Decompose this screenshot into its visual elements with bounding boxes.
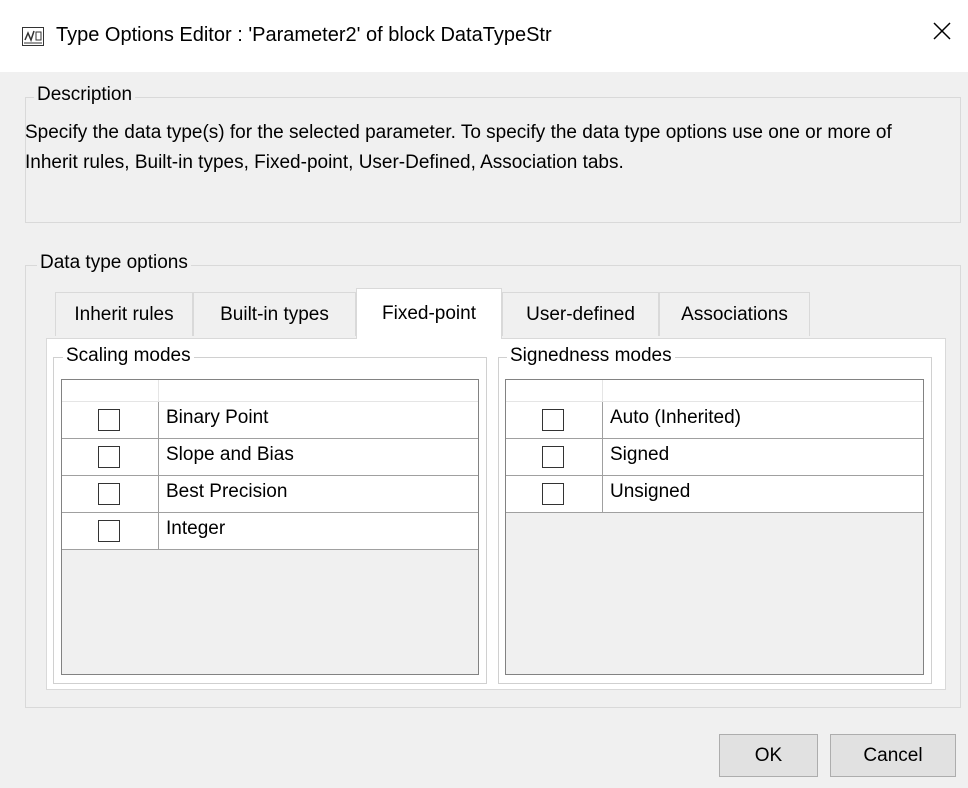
description-legend: Description [34, 84, 136, 106]
table-row[interactable]: Binary Point [62, 402, 478, 439]
title-bar: Type Options Editor : 'Parameter2' of bl… [0, 0, 968, 72]
table-row[interactable]: Integer [62, 513, 478, 550]
tab-label: User-defined [526, 303, 635, 325]
tab-built-in-types[interactable]: Built-in types [193, 292, 356, 336]
tab-label: Inherit rules [74, 303, 174, 325]
checkbox[interactable] [98, 483, 120, 505]
row-label: Auto (Inherited) [610, 407, 741, 428]
table-row[interactable]: Slope and Bias [62, 439, 478, 476]
table-header [62, 380, 478, 402]
table-row[interactable]: Signed [506, 439, 923, 476]
fixed-point-tab-panel: Scaling modes Binary Point Slope and Bia… [46, 338, 946, 690]
table-header [506, 380, 923, 402]
scaling-modes-table[interactable]: Binary Point Slope and Bias Best Precisi… [61, 379, 479, 675]
cancel-button[interactable]: Cancel [830, 734, 956, 777]
row-label: Best Precision [166, 481, 288, 502]
description-text: Specify the data type(s) for the selecte… [25, 122, 892, 173]
tab-fixed-point[interactable]: Fixed-point [356, 288, 502, 339]
row-label: Unsigned [610, 481, 691, 502]
tab-user-defined[interactable]: User-defined [502, 292, 659, 336]
ok-button[interactable]: OK [719, 734, 818, 777]
scaling-modes-legend: Scaling modes [63, 345, 194, 367]
tab-label: Built-in types [220, 303, 329, 325]
close-button[interactable] [916, 10, 968, 58]
close-icon [932, 21, 952, 47]
ok-button-label: OK [754, 744, 783, 766]
row-label: Signed [610, 444, 670, 465]
checkbox[interactable] [98, 520, 120, 542]
data-type-options-legend: Data type options [37, 252, 191, 274]
signedness-modes-legend: Signedness modes [507, 345, 675, 367]
cancel-button-label: Cancel [863, 744, 923, 766]
tab-associations[interactable]: Associations [659, 292, 810, 336]
tab-inherit-rules[interactable]: Inherit rules [55, 292, 193, 336]
simulink-app-icon [22, 27, 44, 46]
checkbox[interactable] [98, 409, 120, 431]
tab-label: Fixed-point [382, 303, 476, 324]
checkbox[interactable] [542, 409, 564, 431]
table-row[interactable]: Best Precision [62, 476, 478, 513]
table-row[interactable]: Auto (Inherited) [506, 402, 923, 439]
signedness-modes-table[interactable]: Auto (Inherited) Signed Unsigned [505, 379, 924, 675]
row-label: Slope and Bias [166, 444, 294, 465]
checkbox[interactable] [542, 446, 564, 468]
checkbox[interactable] [542, 483, 564, 505]
row-label: Integer [166, 518, 226, 539]
row-label: Binary Point [166, 407, 269, 428]
tab-label: Associations [681, 303, 788, 325]
checkbox[interactable] [98, 446, 120, 468]
table-row[interactable]: Unsigned [506, 476, 923, 513]
window-title: Type Options Editor : 'Parameter2' of bl… [56, 24, 552, 46]
